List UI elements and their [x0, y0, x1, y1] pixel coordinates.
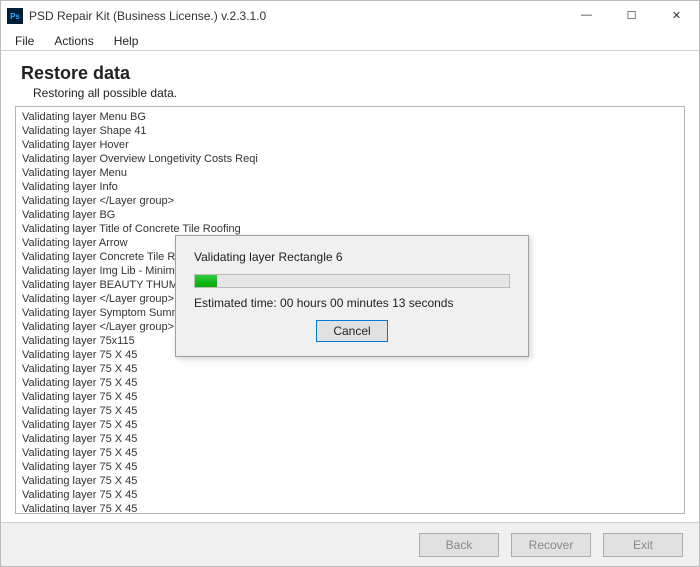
dialog-button-row: Cancel — [194, 320, 510, 342]
progress-message: Validating layer Rectangle 6 — [194, 250, 510, 264]
window-title: PSD Repair Kit (Business License.) v.2.3… — [29, 9, 564, 23]
log-line: Validating layer 75 X 45 — [22, 418, 678, 432]
log-line: Validating layer 75 X 45 — [22, 460, 678, 474]
log-line: Validating layer 75 X 45 — [22, 390, 678, 404]
log-line: Validating layer 75 X 45 — [22, 432, 678, 446]
log-line: Validating layer 75 X 45 — [22, 446, 678, 460]
menu-bar: File Actions Help — [1, 31, 699, 51]
log-line: Validating layer 75 X 45 — [22, 404, 678, 418]
progress-fill — [195, 275, 217, 287]
menu-actions[interactable]: Actions — [46, 32, 101, 50]
window-controls: — ☐ ✕ — [564, 1, 699, 31]
log-line: Validating layer 75 X 45 — [22, 376, 678, 390]
title-bar: Ps PSD Repair Kit (Business License.) v.… — [1, 1, 699, 31]
menu-file[interactable]: File — [7, 32, 42, 50]
page-title: Restore data — [21, 63, 685, 84]
log-line: Validating layer 75 X 45 — [22, 502, 678, 514]
page-subtitle: Restoring all possible data. — [33, 86, 685, 100]
menu-help[interactable]: Help — [106, 32, 147, 50]
log-line: Validating layer 75 X 45 — [22, 362, 678, 376]
progress-bar — [194, 274, 510, 288]
log-line: Validating layer </Layer group> — [22, 194, 678, 208]
log-line: Validating layer BG — [22, 208, 678, 222]
log-line: Validating layer Info — [22, 180, 678, 194]
exit-button[interactable]: Exit — [603, 533, 683, 557]
cancel-button[interactable]: Cancel — [316, 320, 388, 342]
estimated-time: Estimated time: 00 hours 00 minutes 13 s… — [194, 296, 510, 310]
progress-dialog: Validating layer Rectangle 6 Estimated t… — [175, 235, 529, 357]
recover-button[interactable]: Recover — [511, 533, 591, 557]
log-line: Validating layer 75 X 45 — [22, 474, 678, 488]
minimize-button[interactable]: — — [564, 1, 609, 29]
log-line: Validating layer Shape 41 — [22, 124, 678, 138]
footer: Back Recover Exit — [1, 522, 699, 566]
app-icon: Ps — [7, 8, 23, 24]
close-button[interactable]: ✕ — [654, 1, 699, 29]
log-line: Validating layer Menu — [22, 166, 678, 180]
maximize-button[interactable]: ☐ — [609, 1, 654, 29]
log-line: Validating layer Overview Longetivity Co… — [22, 152, 678, 166]
log-line: Validating layer 75 X 45 — [22, 488, 678, 502]
log-line: Validating layer Title of Concrete Tile … — [22, 222, 678, 236]
log-line: Validating layer Menu BG — [22, 110, 678, 124]
back-button[interactable]: Back — [419, 533, 499, 557]
log-line: Validating layer Hover — [22, 138, 678, 152]
